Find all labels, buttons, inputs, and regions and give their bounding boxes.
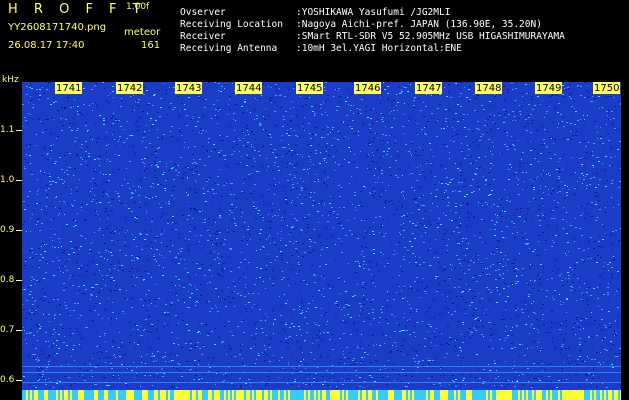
info-row-receiver: Receiver :SMart RTL-SDR V5 52.905MHz USB… [180,31,565,43]
time-label: 1749 [535,82,563,94]
y-tick-mark [16,130,22,131]
info-key: Receiver [180,31,226,42]
time-label: 1750 [593,82,621,94]
timestamp: 26.08.17 17:40 [8,40,85,51]
time-label: 1744 [235,82,263,94]
meteor-count: 161 [141,40,161,51]
y-tick-mark [16,380,22,381]
time-label: 1743 [175,82,203,94]
station-info: Ovserver :YOSHIKAWA Yasufumi /JG2MLI Rec… [180,7,565,55]
hrofft-window: { "app": { "title": "H R O F F T", "vers… [0,0,629,400]
y-tick-mark [16,330,22,331]
info-key: Receiving Antenna [180,43,278,54]
info-value: :SMart RTL-SDR V5 52.905MHz USB HIGASHIM… [296,31,565,42]
file-name: YY2608171740.png [8,22,107,33]
y-tick-mark [16,230,22,231]
time-label: 1748 [475,82,503,94]
info-value: :Nagoya Aichi-pref. JAPAN (136.90E, 35.2… [296,19,542,30]
time-label: 1745 [296,82,324,94]
info-value: :10mH 3el.YAGI Horizontal:ENE [296,43,462,54]
info-value: :YOSHIKAWA Yasufumi /JG2MLI [296,7,451,18]
info-key: Ovserver [180,7,226,18]
time-label: 1742 [116,82,144,94]
time-label: 1747 [415,82,443,94]
info-row-observer: Ovserver :YOSHIKAWA Yasufumi /JG2MLI [180,7,565,19]
info-key: Receiving Location [180,19,283,30]
y-tick-mark [16,180,22,181]
time-label: 1741 [55,82,83,94]
app-version: 1.00f [126,2,150,12]
y-axis-unit: kHz [2,75,19,85]
info-row-location: Receiving Location :Nagoya Aichi-pref. J… [180,19,565,31]
info-row-antenna: Receiving Antenna :10mH 3el.YAGI Horizon… [180,43,565,55]
y-tick-mark [16,280,22,281]
spectrogram [22,82,621,400]
meteor-label: meteor [124,27,161,38]
time-label: 1746 [354,82,382,94]
spectrogram-noise [22,82,621,400]
